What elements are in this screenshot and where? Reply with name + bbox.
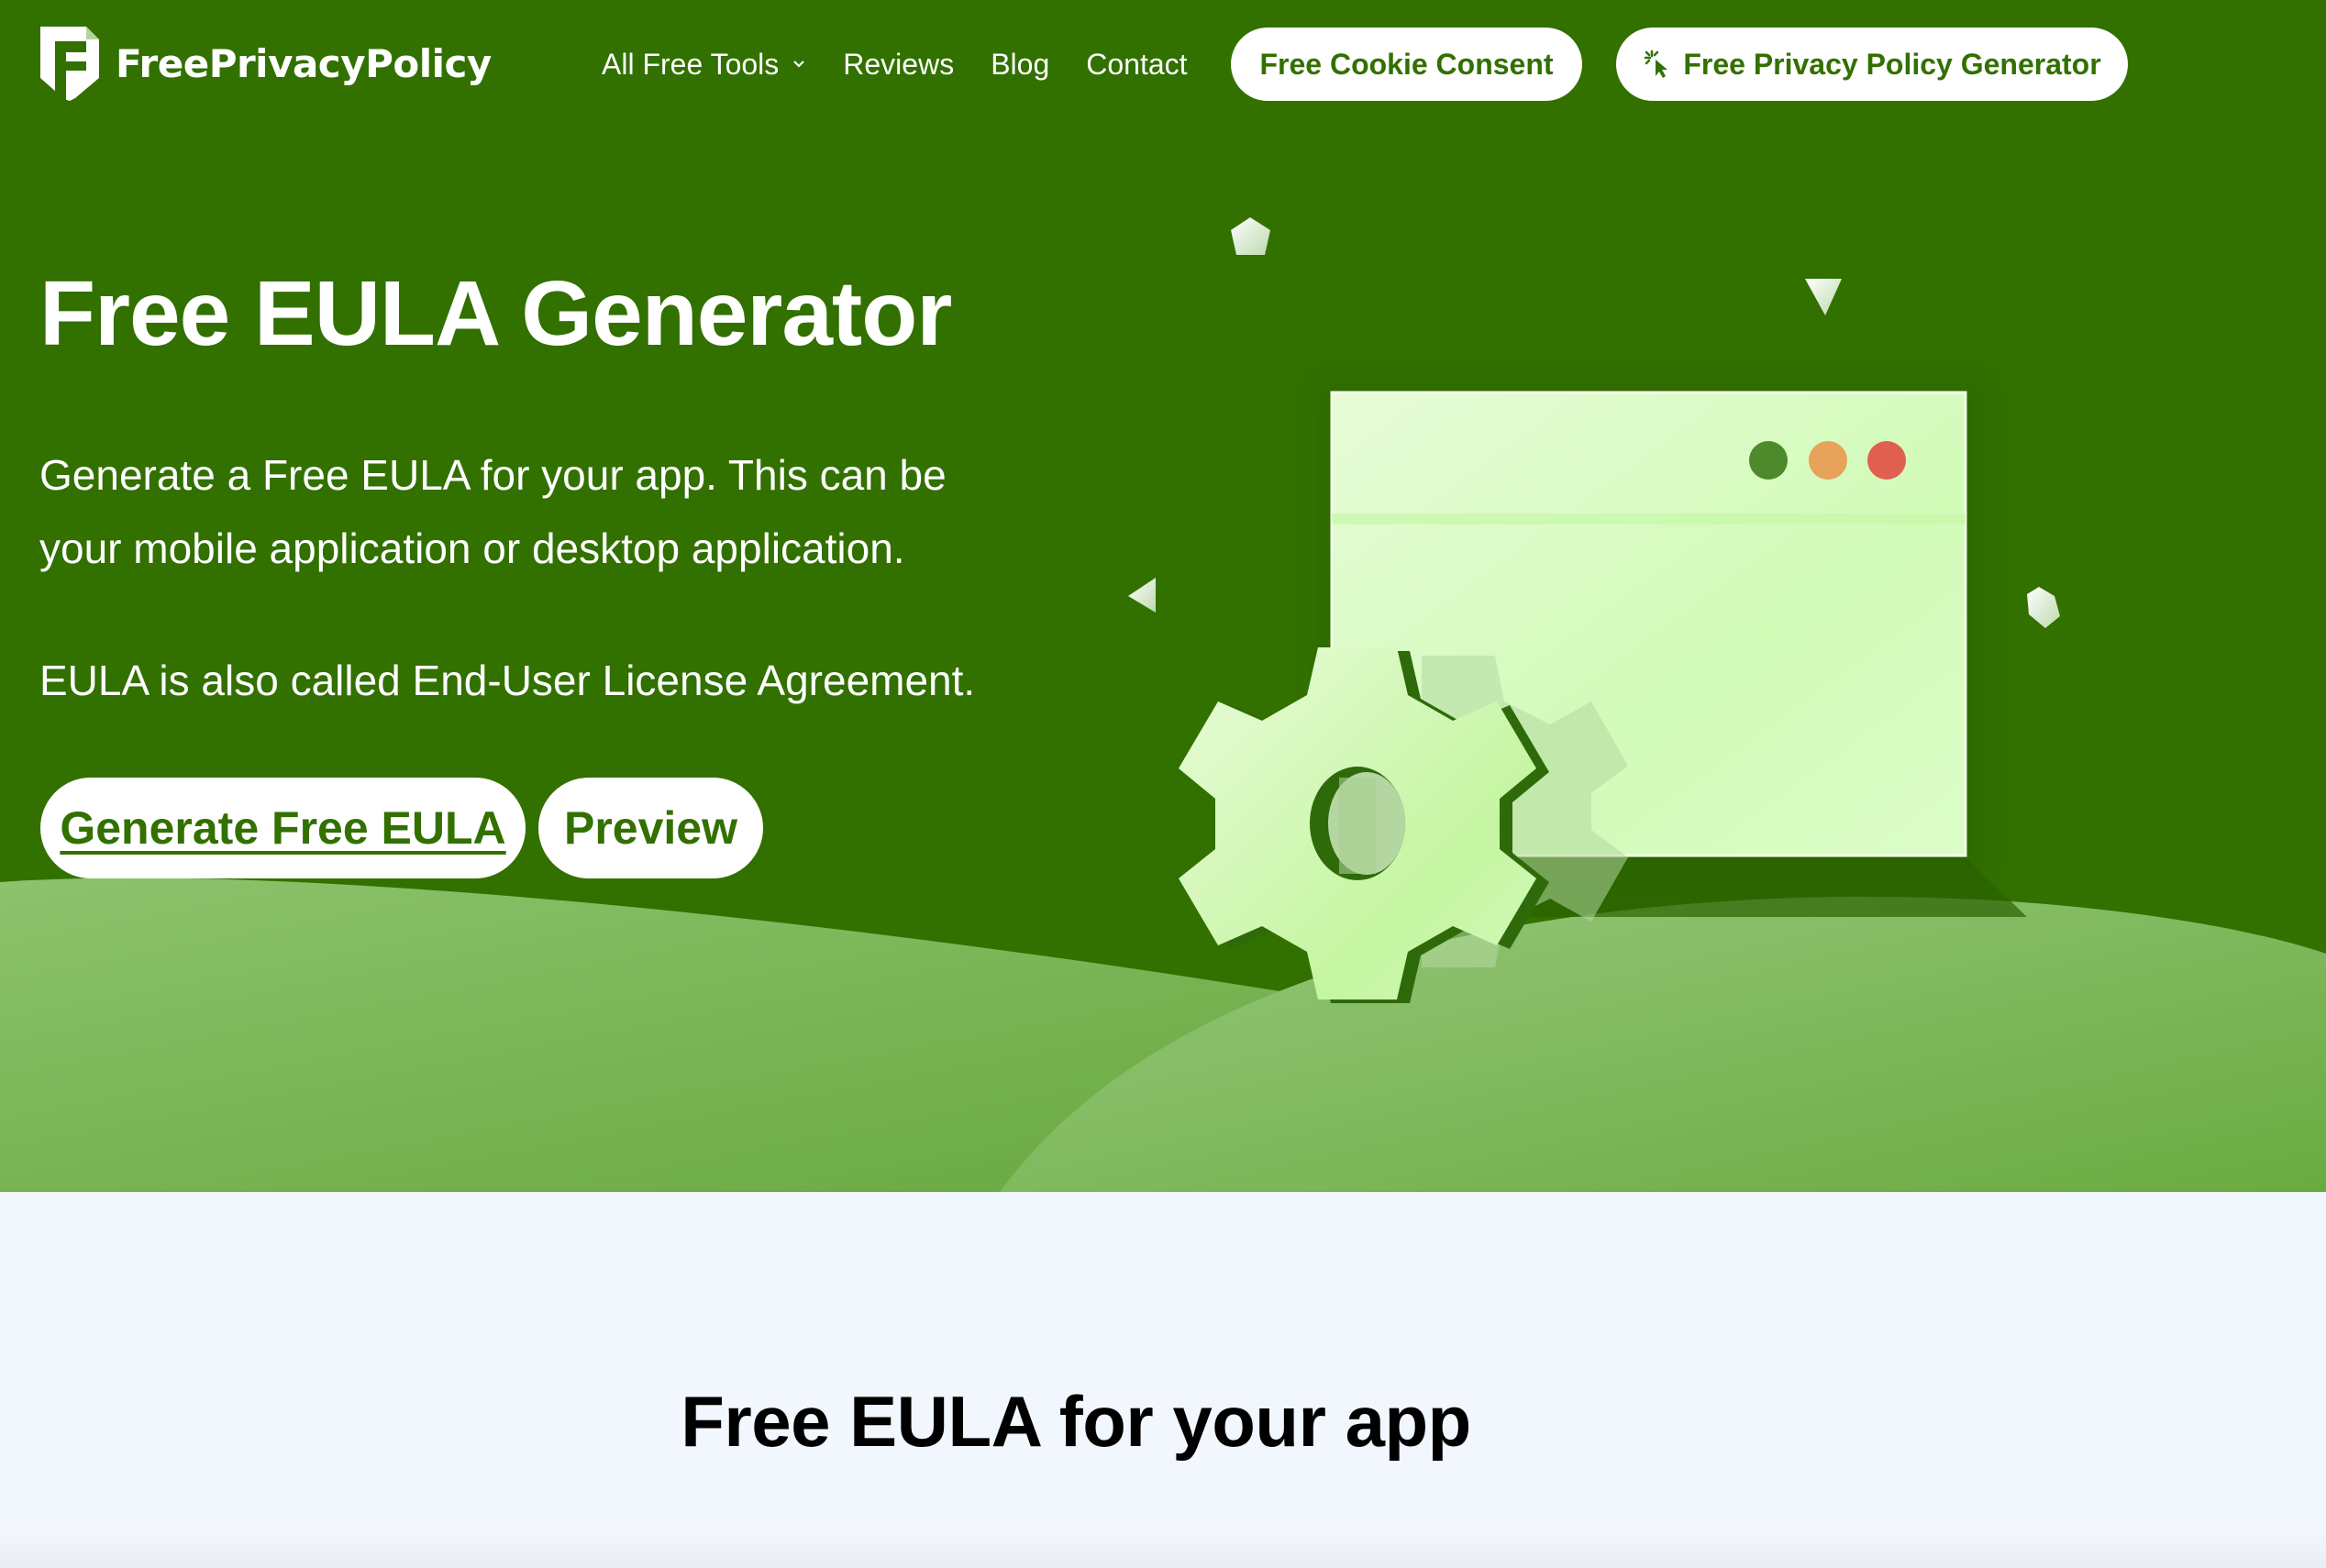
section-divider — [0, 1531, 2326, 1568]
logo-text: FreePrivacyPolicy — [116, 40, 492, 86]
chevron-down-icon — [793, 61, 805, 68]
nav-all-free-tools[interactable]: All Free Tools — [602, 48, 806, 82]
shield-f-icon — [40, 27, 99, 101]
free-privacy-policy-generator-button[interactable]: Free Privacy Policy Generator — [1616, 28, 2128, 101]
nav-reviews[interactable]: Reviews — [843, 48, 954, 82]
hills-background — [0, 878, 2326, 1192]
nav-contact[interactable]: Contact — [1086, 48, 1187, 82]
generate-free-eula-button[interactable]: Generate Free EULA — [40, 778, 526, 878]
nav-all-free-tools-label: All Free Tools — [602, 47, 780, 81]
section-title: Free EULA for your app — [681, 1381, 1471, 1462]
nav-blog[interactable]: Blog — [991, 48, 1049, 82]
main-nav: All Free Tools Reviews Blog Contact — [602, 40, 1224, 88]
preview-button[interactable]: Preview — [538, 778, 763, 878]
sparkle-cursor-icon — [1645, 50, 1668, 78]
hero-description: Generate a Free EULA for your app. This … — [39, 451, 947, 572]
ppg-button-label: Free Privacy Policy Generator — [1683, 47, 2101, 81]
hero-eula-definition: EULA is also called End-User License Agr… — [39, 657, 976, 704]
free-cookie-consent-button[interactable]: Free Cookie Consent — [1231, 28, 1582, 101]
hero-section: FreePrivacyPolicy All Free Tools Reviews… — [0, 0, 2326, 1192]
logo[interactable]: FreePrivacyPolicy — [39, 25, 492, 102]
page-title: Free EULA Generator — [39, 262, 952, 365]
hill-right — [1000, 896, 2326, 1192]
